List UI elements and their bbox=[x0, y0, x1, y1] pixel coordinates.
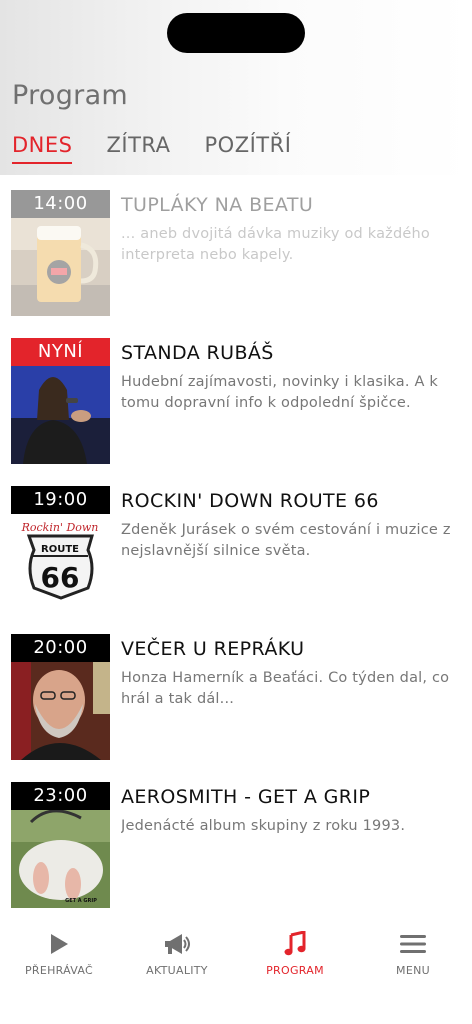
tabbar-item-menu[interactable]: MENU bbox=[354, 930, 472, 977]
tab-pozitri[interactable]: POZÍTŘÍ bbox=[205, 131, 292, 164]
device-notch bbox=[167, 13, 305, 53]
tabbar-item-program[interactable]: PROGRAM bbox=[236, 930, 354, 977]
show-description: Honza Hamerník a Beaťáci. Co týden dal, … bbox=[121, 668, 466, 710]
show-time: 20:00 bbox=[11, 634, 110, 662]
album-cover-text: GET A GRIP bbox=[65, 898, 97, 904]
show-description-line: interpreta nebo kapely. bbox=[121, 247, 294, 263]
show-title: ROCKIN' DOWN ROUTE 66 bbox=[121, 490, 379, 512]
show-description: Zdeněk Jurásek o svém cestování i muzice… bbox=[121, 520, 466, 562]
show-time-now: NYNÍ bbox=[11, 338, 110, 366]
show-title: TUPLÁKY NA BEATU bbox=[121, 194, 314, 216]
show-description-line: hrál a tak dál... bbox=[121, 691, 235, 707]
hamburger-menu-icon bbox=[354, 930, 472, 958]
show-thumbnail: NYNÍ bbox=[11, 338, 110, 464]
route-66-number-text: 66 bbox=[41, 561, 80, 594]
schedule-item[interactable]: 20:00 VEČER U REPRÁKU Honza Hamerník a B… bbox=[0, 634, 472, 762]
tab-dnes[interactable]: DNES bbox=[12, 131, 73, 164]
show-description: Hudební zajímavosti, novinky i klasika. … bbox=[121, 372, 466, 414]
show-description-line: ... aneb dvojitá dávka muziky od každého bbox=[121, 226, 430, 242]
schedule-item[interactable]: 14:00 TUPLÁKY NA BEATU ... aneb dvojitá … bbox=[0, 190, 472, 318]
show-title: AEROSMITH - GET A GRIP bbox=[121, 786, 371, 808]
show-time: 23:00 bbox=[11, 782, 110, 810]
show-thumbnail: GET A GRIP 23:00 bbox=[11, 782, 110, 908]
show-description-line: nejslavnější silnice světa. bbox=[121, 543, 311, 559]
show-description-line: Zdeněk Jurásek o svém cestování i muzice… bbox=[121, 522, 451, 538]
show-description-line: Jedenácté album skupiny z roku 1993. bbox=[121, 818, 406, 834]
show-description-line: Hudební zajímavosti, novinky i klasika. … bbox=[121, 374, 438, 390]
show-description: Jedenácté album skupiny z roku 1993. bbox=[121, 816, 466, 837]
megaphone-icon bbox=[118, 930, 236, 958]
show-description-line: tomu dopravní info k odpolední špičce. bbox=[121, 395, 411, 411]
music-note-icon bbox=[236, 930, 354, 958]
schedule-item[interactable]: NYNÍ STANDA RUBÁŠ Hudební zajímavosti, n… bbox=[0, 338, 472, 466]
tabbar-label: MENU bbox=[396, 964, 430, 977]
show-description: ... aneb dvojitá dávka muziky od každého… bbox=[121, 224, 466, 266]
tab-zitra[interactable]: ZÍTRA bbox=[106, 131, 170, 164]
show-time: 14:00 bbox=[11, 190, 110, 218]
show-title: STANDA RUBÁŠ bbox=[121, 342, 274, 364]
show-thumbnail: 14:00 bbox=[11, 190, 110, 316]
show-time: 19:00 bbox=[11, 486, 110, 514]
tabbar-label: PROGRAM bbox=[266, 964, 324, 977]
show-title: VEČER U REPRÁKU bbox=[121, 638, 305, 660]
schedule-item[interactable]: GET A GRIP 23:00 AEROSMITH - GET A GRIP … bbox=[0, 782, 472, 910]
tabbar-item-aktuality[interactable]: AKTUALITY bbox=[118, 930, 236, 977]
play-icon bbox=[0, 930, 118, 958]
page-title: Program bbox=[12, 80, 129, 111]
tabbar-label: AKTUALITY bbox=[146, 964, 208, 977]
route-66-label-text: ROUTE bbox=[41, 544, 79, 555]
show-thumbnail: 20:00 bbox=[11, 634, 110, 760]
tabbar-item-prehravac[interactable]: PŘEHRÁVAČ bbox=[0, 930, 118, 977]
day-tabs: DNES ZÍTRA POZÍTŘÍ bbox=[12, 131, 325, 164]
show-thumbnail: Rockin' Down ROUTE 66 19:00 bbox=[11, 486, 110, 612]
bottom-tab-bar: PŘEHRÁVAČ AKTUALITY PROGRAM MENU bbox=[0, 922, 472, 1024]
route-66-script-text: Rockin' Down bbox=[21, 521, 99, 534]
schedule-item[interactable]: Rockin' Down ROUTE 66 19:00 ROCKIN' DOWN… bbox=[0, 486, 472, 614]
tabbar-label: PŘEHRÁVAČ bbox=[24, 964, 94, 977]
show-description-line: Honza Hamerník a Beaťáci. Co týden dal, … bbox=[121, 670, 450, 686]
